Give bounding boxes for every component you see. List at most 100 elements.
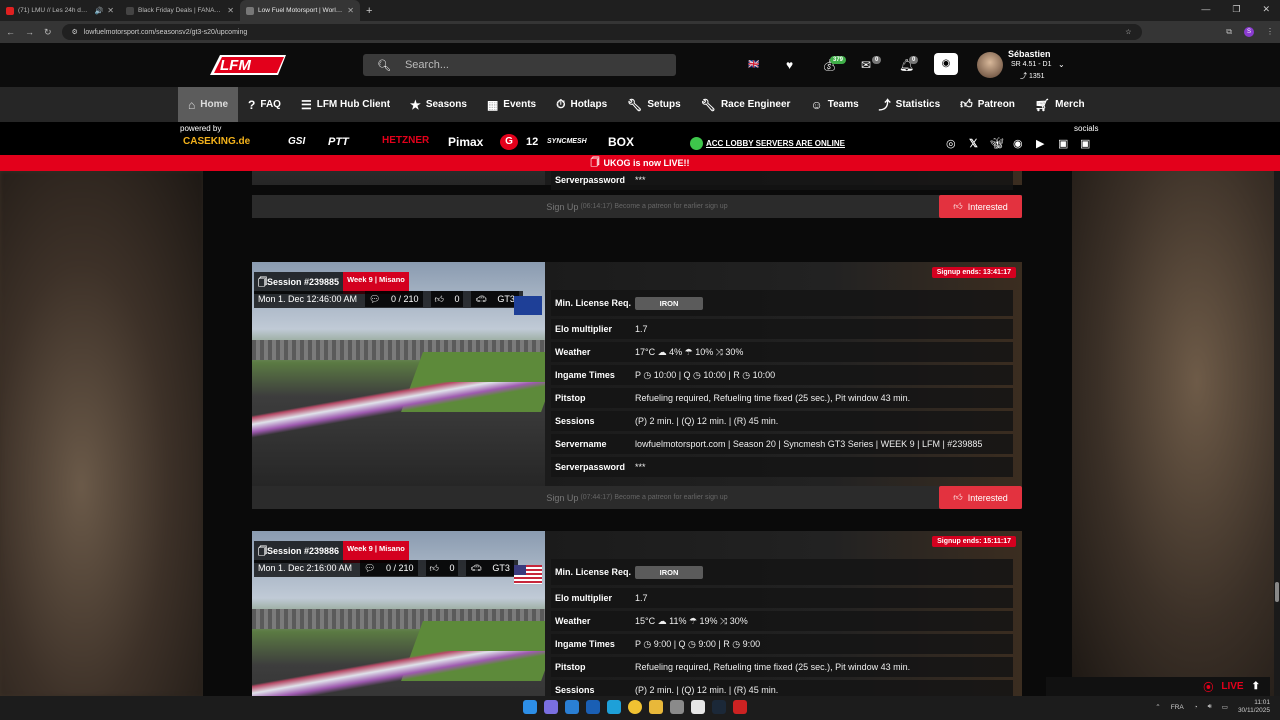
teams-icon[interactable] bbox=[544, 700, 558, 714]
windows-start-icon[interactable] bbox=[523, 700, 537, 714]
nav-item-seasons[interactable]: ★ Seasons bbox=[400, 87, 477, 122]
sponsor-gsi[interactable]: GSI bbox=[288, 136, 305, 147]
back-icon[interactable]: ← bbox=[6, 27, 15, 37]
close-tab-icon[interactable]: ✕ bbox=[227, 6, 234, 15]
profile-icon[interactable]: S bbox=[1244, 27, 1254, 37]
heart-icon[interactable]: ♥ bbox=[786, 58, 793, 72]
arrow-up-icon[interactable]: ⬆ bbox=[1252, 681, 1260, 692]
scrollbar-thumb[interactable] bbox=[1275, 582, 1279, 602]
nav-item-events[interactable]: ▦ Events bbox=[477, 87, 546, 122]
sponsor-ptt[interactable]: PTT bbox=[328, 136, 349, 148]
chevron-down-icon[interactable]: ⌄ bbox=[1058, 60, 1065, 69]
drivers-icon: 💬︎ bbox=[360, 560, 382, 576]
close-tab-icon[interactable]: ✕ bbox=[107, 6, 114, 15]
wifi-icon[interactable]: ◔ bbox=[1194, 704, 1198, 711]
browser-tab[interactable]: (71) LMU // Les 24h du Mans🔊✕ bbox=[0, 0, 120, 21]
extension-icon[interactable]: ⧉ bbox=[1226, 27, 1232, 37]
chrome-icon[interactable] bbox=[628, 700, 642, 714]
nav-item-race-engineer[interactable]: 🔧︎ Race Engineer bbox=[691, 87, 801, 122]
session-meta: Mon 1. Dec 2:16:00 AM 💬︎ 0 / 210 👍︎ 0 🚗︎… bbox=[254, 560, 518, 577]
volume-icon[interactable]: 🔊︎ bbox=[1208, 703, 1212, 711]
game-icon[interactable] bbox=[733, 700, 747, 714]
nav-item-patreon[interactable]: 👍︎ Patreon bbox=[950, 87, 1025, 122]
live-indicator[interactable]: ⦿ LIVE ⬆ bbox=[1046, 677, 1270, 696]
detail-row: Serverpassword *** bbox=[551, 171, 1013, 190]
cart-icon: 🛒︎ bbox=[1034, 97, 1051, 112]
discord-social-icon[interactable]: ◉ bbox=[1013, 137, 1023, 150]
interested-button[interactable]: 👍︎ Interested bbox=[939, 486, 1022, 509]
signup-bar[interactable]: Sign Up (07:44:17) Become a patreon for ea… bbox=[252, 486, 1022, 509]
list-icon: ☰ bbox=[300, 97, 312, 112]
bookmark-star-icon[interactable]: ☆ bbox=[1125, 28, 1131, 36]
drivers-icon: 💬︎ bbox=[365, 291, 387, 307]
menu-icon[interactable]: ⋮ bbox=[1266, 27, 1274, 37]
nav-item-teams[interactable]: ☺ Teams bbox=[800, 87, 868, 122]
clock[interactable]: 11:01 30/11/2025 bbox=[1238, 699, 1270, 715]
nav-item-merch[interactable]: 🛒︎ Merch bbox=[1025, 87, 1095, 122]
lfm-favicon-icon bbox=[246, 6, 254, 15]
bluesky-icon[interactable]: 🦋︎ bbox=[990, 137, 1004, 150]
chevron-up-icon[interactable]: ⌃ bbox=[1155, 703, 1160, 711]
thumbs-up-icon: 👍︎ bbox=[960, 97, 973, 111]
message-icon[interactable]: ✉ bbox=[861, 58, 871, 72]
home-icon: ⌂ bbox=[188, 97, 196, 112]
detail-row: Min. License Req. IRON bbox=[551, 290, 1013, 316]
browser-tab[interactable]: Black Friday Deals | FANATEC ✕ bbox=[120, 0, 240, 21]
detail-row: Weather 17°C ☁ 4% ☂ 10% ⤨ 30% bbox=[551, 342, 1013, 362]
user-elo: ⤴ 1351 bbox=[1020, 73, 1045, 80]
url-field[interactable]: ⚙ lowfuelmotorsport.com/seasonsv2/gt3-s20… bbox=[61, 24, 1142, 40]
scrollbar[interactable] bbox=[1274, 171, 1280, 696]
sponsor-g[interactable]: G bbox=[500, 134, 518, 150]
site-info-icon[interactable]: ⚙ bbox=[72, 28, 78, 36]
nav-item-setups[interactable]: 🔧︎ Setups bbox=[617, 87, 691, 122]
sponsor-caseking[interactable]: CASEKING.de bbox=[183, 136, 250, 147]
edge-icon[interactable] bbox=[607, 700, 621, 714]
twitch-alt-icon[interactable]: ▣ bbox=[1080, 137, 1090, 150]
nav-item-home[interactable]: ⌂ Home bbox=[178, 87, 239, 122]
track-image: 🗍︎Session #239885 Week 9 | Misano Mon 1. … bbox=[252, 262, 545, 486]
browser-tab-active[interactable]: Low Fuel Motorsport | Worlds L ✕ bbox=[240, 0, 360, 21]
us-flag-icon bbox=[514, 565, 542, 584]
reload-icon[interactable]: ↻ bbox=[44, 27, 52, 38]
twitch-icon[interactable]: ▣ bbox=[1058, 137, 1068, 150]
media-icon[interactable] bbox=[670, 700, 684, 714]
uk-flag-icon[interactable]: 🇬🇧 bbox=[748, 59, 759, 70]
socials-label: socials bbox=[1074, 124, 1099, 133]
curb-image bbox=[252, 651, 545, 696]
sponsor-pimax[interactable]: Pimax bbox=[448, 135, 483, 149]
nav-item-statistics[interactable]: ⤴ Statistics bbox=[869, 87, 950, 122]
calendar-app-icon[interactable] bbox=[565, 700, 579, 714]
explorer-icon[interactable] bbox=[649, 700, 663, 714]
lfm-logo[interactable]: LFM bbox=[206, 49, 290, 81]
sponsor-syncmesh[interactable]: SYNCMESH bbox=[547, 138, 587, 145]
outlook-icon[interactable] bbox=[586, 700, 600, 714]
interested-button[interactable]: 👍︎ Interested bbox=[939, 195, 1022, 218]
acc-servers-status[interactable]: ACC LOBBY SERVERS ARE ONLINE bbox=[690, 137, 845, 150]
nav-item-hotlaps[interactable]: ⏱ Hotlaps bbox=[546, 87, 617, 122]
x-icon[interactable]: 𝕏 bbox=[969, 137, 978, 150]
close-tab-icon[interactable]: ✕ bbox=[347, 6, 354, 15]
nav-item-lfm-hub-client[interactable]: ☰ LFM Hub Client bbox=[291, 87, 400, 122]
forward-icon[interactable]: → bbox=[25, 27, 34, 37]
steam-icon[interactable] bbox=[712, 700, 726, 714]
nav-item-faq[interactable]: ? FAQ bbox=[238, 87, 291, 122]
search-bar[interactable]: 🔍︎ Search... bbox=[363, 54, 676, 76]
battery-icon[interactable]: ▭ bbox=[1222, 703, 1228, 711]
youtube-icon[interactable]: ▶ bbox=[1036, 137, 1044, 150]
signup-bar[interactable]: Sign Up (06:14:17) Become a patreon for ea… bbox=[252, 195, 1022, 218]
close-window-icon[interactable]: ✕ bbox=[1262, 4, 1270, 15]
thumbs-up-icon: 👍︎ bbox=[953, 201, 963, 211]
sponsor-box[interactable]: BOX bbox=[608, 135, 634, 149]
sponsor-12[interactable]: 12 bbox=[526, 136, 538, 148]
new-tab-button[interactable]: + bbox=[366, 5, 372, 17]
minimize-icon[interactable]: — bbox=[1201, 4, 1210, 15]
notepad-icon[interactable] bbox=[691, 700, 705, 714]
user-rating: SR 4.51 - D1 bbox=[1011, 61, 1052, 68]
discord-icon[interactable]: ◉ bbox=[934, 53, 958, 75]
maximize-icon[interactable]: ❐ bbox=[1232, 4, 1240, 15]
announcement-bar[interactable]: 🗍︎ UKOG is now LIVE!! bbox=[0, 155, 1280, 171]
sponsor-hetzner[interactable]: HETZNER bbox=[382, 135, 429, 146]
instagram-icon[interactable]: ◎ bbox=[946, 137, 956, 150]
language-indicator[interactable]: FRA bbox=[1171, 704, 1184, 711]
avatar[interactable] bbox=[977, 52, 1003, 78]
